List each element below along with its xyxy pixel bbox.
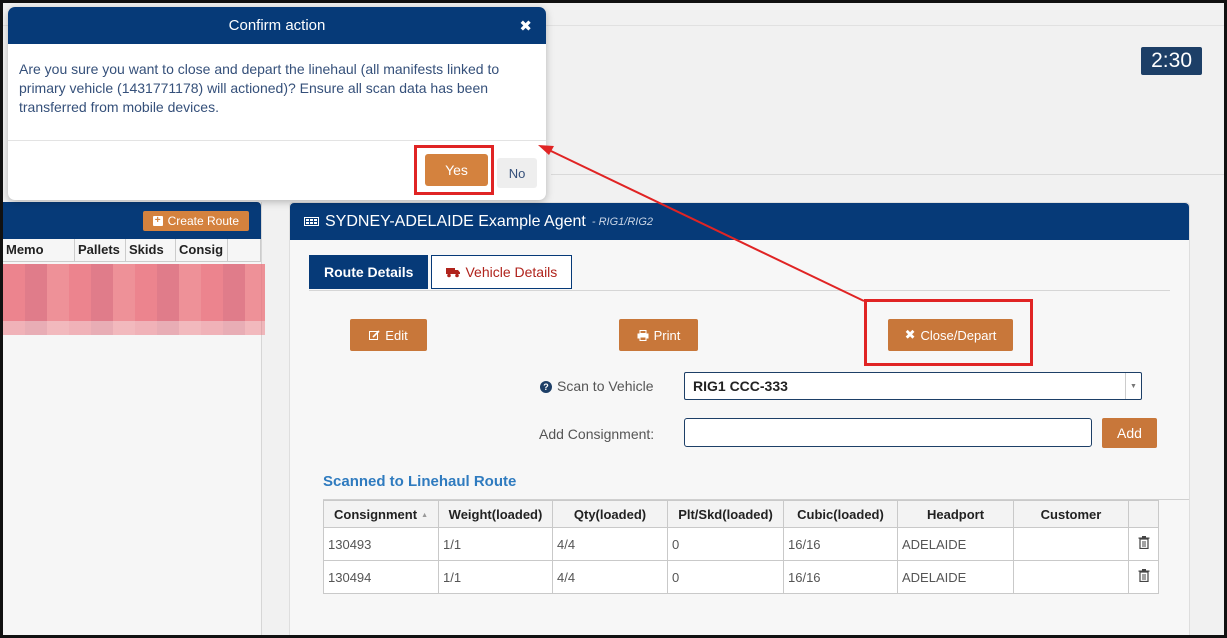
arrow-line xyxy=(550,150,865,302)
annotation-arrow xyxy=(538,145,865,302)
app-frame: 2:30 + Create Route Memo Pallets Skids C… xyxy=(0,0,1227,638)
arrow-head xyxy=(538,145,554,155)
